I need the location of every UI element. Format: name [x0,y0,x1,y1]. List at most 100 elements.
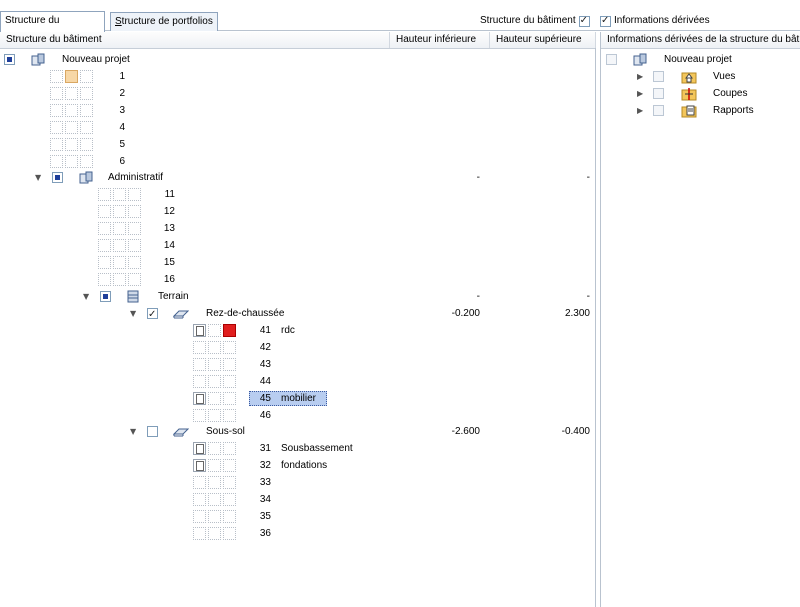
layer-slot-row[interactable]: 5 [0,136,596,153]
tab-portfolio-structure[interactable]: Structure de portfolios [110,12,218,31]
layer-slot-box[interactable] [208,375,221,388]
expand-rapports-icon[interactable]: ▶ [637,106,646,115]
layer-slot-box[interactable] [65,121,78,134]
layer-slot-row[interactable]: 31 Sousbassement [0,440,596,457]
layer-slot-box[interactable] [98,256,111,269]
layer-slot-box[interactable] [50,121,63,134]
layer-slot-box[interactable] [223,409,236,422]
layer-slot-box[interactable] [208,459,221,472]
expand-coupes-icon[interactable]: ▶ [637,89,646,98]
layer-slot-box[interactable] [80,155,93,168]
layer-slot-box[interactable] [50,155,63,168]
terrain-checkbox[interactable] [100,291,111,302]
derived-row-project[interactable]: Nouveau projet [601,51,800,68]
layer-slot-box[interactable] [223,493,236,506]
layer-slot-box[interactable] [128,256,141,269]
layer-slot-box[interactable] [208,324,221,337]
layer-slot-box[interactable] [98,239,111,252]
collapse-administratif-icon[interactable]: ▼ [35,173,44,182]
layer-slot-box[interactable] [193,409,206,422]
layer-slot-box[interactable] [98,222,111,235]
layer-document-icon[interactable] [193,324,206,337]
layer-slot-row[interactable]: 16 [0,271,596,288]
layer-slot-box[interactable] [208,493,221,506]
layer-slot-box[interactable] [208,442,221,455]
layer-slot-box[interactable] [113,239,126,252]
layer-slot-box[interactable] [223,527,236,540]
layer-slot-row[interactable]: 15 [0,254,596,271]
layer-slot-box[interactable] [193,375,206,388]
layer-slot-row[interactable]: 44 [0,373,596,390]
administratif-checkbox[interactable] [52,172,63,183]
soussol-checkbox[interactable] [147,426,158,437]
coupes-checkbox[interactable] [653,88,664,99]
layer-slot-box[interactable] [98,188,111,201]
layer-slot-row[interactable]: 11 [0,186,596,203]
vues-checkbox[interactable] [653,71,664,82]
layer-slot-box[interactable] [208,476,221,489]
layer-slot-box[interactable] [50,138,63,151]
layer-slot-box[interactable] [80,70,93,83]
layer-slot-box[interactable] [208,409,221,422]
layer-slot-box[interactable] [65,155,78,168]
layer-slot-box[interactable] [208,510,221,523]
tab-building-structure[interactable]: Structure du bâtiment [0,11,105,44]
layer-slot-box[interactable] [80,87,93,100]
tree-row-soussol[interactable]: ▼ Sous-sol -2.600 -0.400 [0,423,596,440]
layer-slot-box[interactable] [208,358,221,371]
layer-slot-row[interactable]: 3 [0,102,596,119]
layer-document-icon[interactable] [193,459,206,472]
layer-slot-box[interactable] [193,341,206,354]
layer-slot-box[interactable] [80,121,93,134]
derived-row-rapports[interactable]: ▶ Rapports [601,102,800,119]
layer-slot-box[interactable] [223,375,236,388]
derived-row-vues[interactable]: ▶ Vues [601,68,800,85]
layer-slot-box[interactable] [98,205,111,218]
layer-slot-row[interactable]: 12 [0,203,596,220]
layer-slot-box[interactable] [128,205,141,218]
layer-slot-box[interactable] [128,188,141,201]
layer-slot-box[interactable] [65,87,78,100]
layer-slot-row[interactable]: 33 [0,474,596,491]
layer-slot-row[interactable]: 2 [0,85,596,102]
layer-slot-box[interactable] [98,273,111,286]
tree-row-administratif[interactable]: ▼ Administratif - - [0,169,596,186]
layer-slot-row[interactable]: 13 [0,220,596,237]
layer-slot-box[interactable] [223,341,236,354]
layer-slot-box[interactable] [223,442,236,455]
col-header-derived-info[interactable]: Informations dérivées de la structure du… [601,32,800,48]
layer-slot-box[interactable] [223,358,236,371]
col-header-structure[interactable]: Structure du bâtiment [0,32,390,48]
layer-slot-box[interactable] [223,459,236,472]
layer-slot-box[interactable] [193,510,206,523]
layer-slot-box[interactable] [223,392,236,405]
layer-slot-box[interactable] [65,70,78,83]
layer-slot-box[interactable] [208,341,221,354]
layer-slot-box[interactable] [50,70,63,83]
building-structure-checkbox[interactable] [578,14,590,28]
layer-slot-row[interactable]: 32 fondations [0,457,596,474]
collapse-terrain-icon[interactable]: ▼ [83,292,92,301]
collapse-rdc-icon[interactable]: ▼ [130,309,139,318]
layer-slot-box[interactable] [223,324,236,337]
layer-slot-box[interactable] [113,188,126,201]
col-header-lower-height[interactable]: Hauteur inférieure [390,32,490,48]
layer-slot-box[interactable] [208,392,221,405]
layer-slot-row[interactable]: 4 [0,119,596,136]
layer-slot-box[interactable] [65,138,78,151]
project-checkbox[interactable] [4,54,15,65]
layer-slot-box[interactable] [80,104,93,117]
derived-project-checkbox[interactable] [606,54,617,65]
layer-slot-row[interactable]: 46 [0,407,596,424]
tree-row-terrain[interactable]: ▼ Terrain - - [0,288,596,305]
layer-document-icon[interactable] [193,442,206,455]
tree-row-project[interactable]: Nouveau projet [0,51,596,68]
layer-slot-box[interactable] [65,104,78,117]
layer-document-icon[interactable] [193,392,206,405]
derived-info-checkbox[interactable] [600,14,611,28]
layer-slot-box[interactable] [223,510,236,523]
derived-info-toggle[interactable]: Informations dérivées [600,14,710,28]
layer-slot-box[interactable] [50,87,63,100]
rapports-checkbox[interactable] [653,105,664,116]
building-structure-toggle[interactable]: Structure du bâtiment [480,14,590,28]
